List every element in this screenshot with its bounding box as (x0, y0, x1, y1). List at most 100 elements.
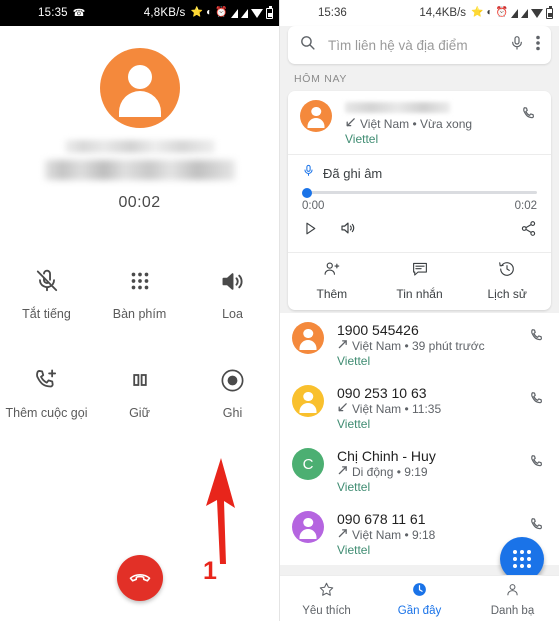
signal-icon (231, 8, 238, 18)
caller-name-redacted (64, 140, 215, 153)
message-icon (411, 260, 429, 283)
call-detail: Việt Nam • Vừa xong (345, 117, 520, 131)
network-speed: 14,4KB/s (419, 7, 467, 19)
phone-icon[interactable] (528, 322, 547, 351)
right-status-bar: 15:36 14,4KB/s ⭐ ◐ ⏰ (280, 0, 559, 26)
history-action[interactable]: Lịch sử (463, 253, 551, 310)
avatar (292, 511, 324, 543)
recording-row[interactable]: Đã ghi âm (288, 154, 551, 182)
avatar (300, 100, 332, 132)
add-call-button[interactable]: Thêm cuộc gọi (0, 365, 93, 420)
bluetooth-icon: ⭐ (471, 7, 484, 18)
hold-label: Giữ (129, 406, 150, 420)
dialpad-button[interactable]: Bàn phím (93, 266, 186, 321)
carrier-label: Viettel (337, 417, 371, 431)
history-label: Lịch sử (487, 287, 527, 301)
message-action[interactable]: Tin nhắn (376, 253, 464, 310)
bottom-navigation: Yêu thích Gần đây Danh bạ (280, 575, 559, 621)
add-call-label: Thêm cuộc gọi (5, 406, 88, 420)
avatar (292, 385, 324, 417)
add-person-icon (323, 260, 341, 283)
mute-button[interactable]: Tắt tiếng (0, 266, 93, 321)
phone-icon[interactable] (528, 385, 547, 414)
call-detail: Việt Nam • 39 phút trước (337, 339, 528, 353)
speaker-button[interactable]: Loa (186, 266, 279, 321)
call-detail-text: Việt Nam • 11:35 (352, 402, 442, 416)
section-label-today: HÔM NAY (294, 73, 348, 85)
call-icon: ☎ (72, 7, 86, 19)
phone-icon[interactable] (520, 100, 539, 129)
carrier-label: Viettel (345, 132, 379, 146)
alarm-icon: ⏰ (215, 7, 228, 18)
contact-name: Chị Chinh - Huy (337, 448, 436, 464)
clock-icon (411, 581, 428, 603)
carrier-label: Viettel (337, 480, 371, 494)
phone-icon[interactable] (528, 448, 547, 477)
incoming-call-arrow (337, 402, 348, 416)
player-controls (288, 212, 551, 252)
add-contact-label: Thêm (316, 287, 348, 301)
microphone-icon[interactable] (509, 35, 525, 56)
call-detail-text: Di động • 9:19 (352, 465, 428, 479)
status-bar-icons: 14,4KB/s ⭐ ◐ ⏰ (419, 5, 553, 19)
more-vert-icon[interactable] (536, 35, 540, 56)
call-card-meta: Việt Nam • Vừa xong Viettel (345, 100, 520, 146)
recording-seekbar[interactable] (302, 187, 537, 198)
search-placeholder: Tìm liên hệ và địa điểm (328, 37, 468, 53)
incoming-call-arrow (345, 117, 356, 131)
tab-recents[interactable]: Gần đây (373, 576, 466, 621)
play-icon[interactable] (302, 220, 319, 242)
expanded-call-card: Việt Nam • Vừa xong Viettel Đã ghi âm 0:… (288, 91, 551, 310)
battery-icon (546, 5, 553, 19)
status-bar-time: 15:36 (318, 7, 347, 19)
search-icon (299, 34, 316, 56)
dual-screenshot-container: 15:35 ☎ 4,8KB/s ⭐ ◐ ⏰ 00:02 Tắt tiếng Bà… (0, 0, 559, 621)
table-row[interactable]: 090 253 10 63 Việt Nam • 11:35 Viettel (280, 376, 559, 439)
avatar (292, 322, 324, 354)
phone-icon[interactable] (528, 511, 547, 540)
outgoing-call-arrow (337, 528, 348, 542)
status-bar-icons: 4,8KB/s ⭐ ◐ ⏰ (144, 5, 273, 19)
recording-label: Đã ghi âm (323, 165, 383, 181)
search-bar[interactable]: Tìm liên hệ và địa điểm (288, 26, 551, 64)
tab-favorites[interactable]: Yêu thích (280, 576, 373, 621)
tab-contacts[interactable]: Danh bạ (466, 576, 559, 621)
recent-calls-screen: 15:36 14,4KB/s ⭐ ◐ ⏰ Tìm liên hệ và địa (280, 0, 559, 621)
end-call-icon (128, 564, 152, 593)
list-item-meta: 090 678 11 61 Việt Nam • 9:18 Viettel (337, 511, 528, 557)
call-card-header[interactable]: Việt Nam • Vừa xong Viettel (288, 91, 551, 154)
table-row[interactable]: 1900 545426 Việt Nam • 39 phút trước Vie… (280, 313, 559, 376)
share-icon[interactable] (520, 220, 537, 242)
hold-button[interactable]: Giữ (93, 365, 186, 420)
seekbar-thumb[interactable] (302, 187, 312, 198)
add-contact-action[interactable]: Thêm (288, 253, 376, 310)
list-item-meta: 090 253 10 63 Việt Nam • 11:35 Viettel (337, 385, 528, 431)
signal-icon (241, 8, 248, 18)
tab-contacts-label: Danh bạ (490, 604, 535, 617)
call-controls-grid: Tắt tiếng Bàn phím Loa Thêm cuộc gọi Giữ… (0, 266, 279, 420)
annotation-label-1: 1 (203, 557, 217, 585)
total-time: 0:02 (514, 200, 537, 212)
contact-name: 090 253 10 63 (337, 385, 427, 401)
carrier-label: Viettel (337, 354, 371, 368)
volume-icon[interactable] (339, 219, 357, 242)
tab-recents-label: Gần đây (397, 604, 442, 617)
dialpad-icon (127, 266, 153, 296)
left-status-bar: 15:35 ☎ 4,8KB/s ⭐ ◐ ⏰ (0, 0, 279, 26)
contact-name: 1900 545426 (337, 322, 419, 338)
dnd-icon: ◐ (486, 7, 493, 18)
in-call-screen: 15:35 ☎ 4,8KB/s ⭐ ◐ ⏰ 00:02 Tắt tiếng Bà… (0, 0, 280, 621)
contact-name: 090 678 11 61 (337, 511, 426, 527)
table-row[interactable]: C Chị Chinh - Huy Di động • 9:19 Viettel (280, 439, 559, 502)
message-label: Tin nhắn (396, 287, 443, 301)
call-detail: Việt Nam • 11:35 (337, 402, 528, 416)
record-button[interactable]: Ghi (186, 365, 279, 420)
outgoing-call-arrow (337, 339, 348, 353)
end-call-button[interactable] (116, 555, 163, 601)
hold-pause-icon (128, 365, 152, 395)
caller-avatar (99, 48, 180, 128)
record-icon (219, 365, 246, 395)
alarm-icon: ⏰ (495, 7, 508, 18)
tab-favorites-label: Yêu thích (302, 604, 351, 617)
outgoing-call-arrow (337, 465, 348, 479)
